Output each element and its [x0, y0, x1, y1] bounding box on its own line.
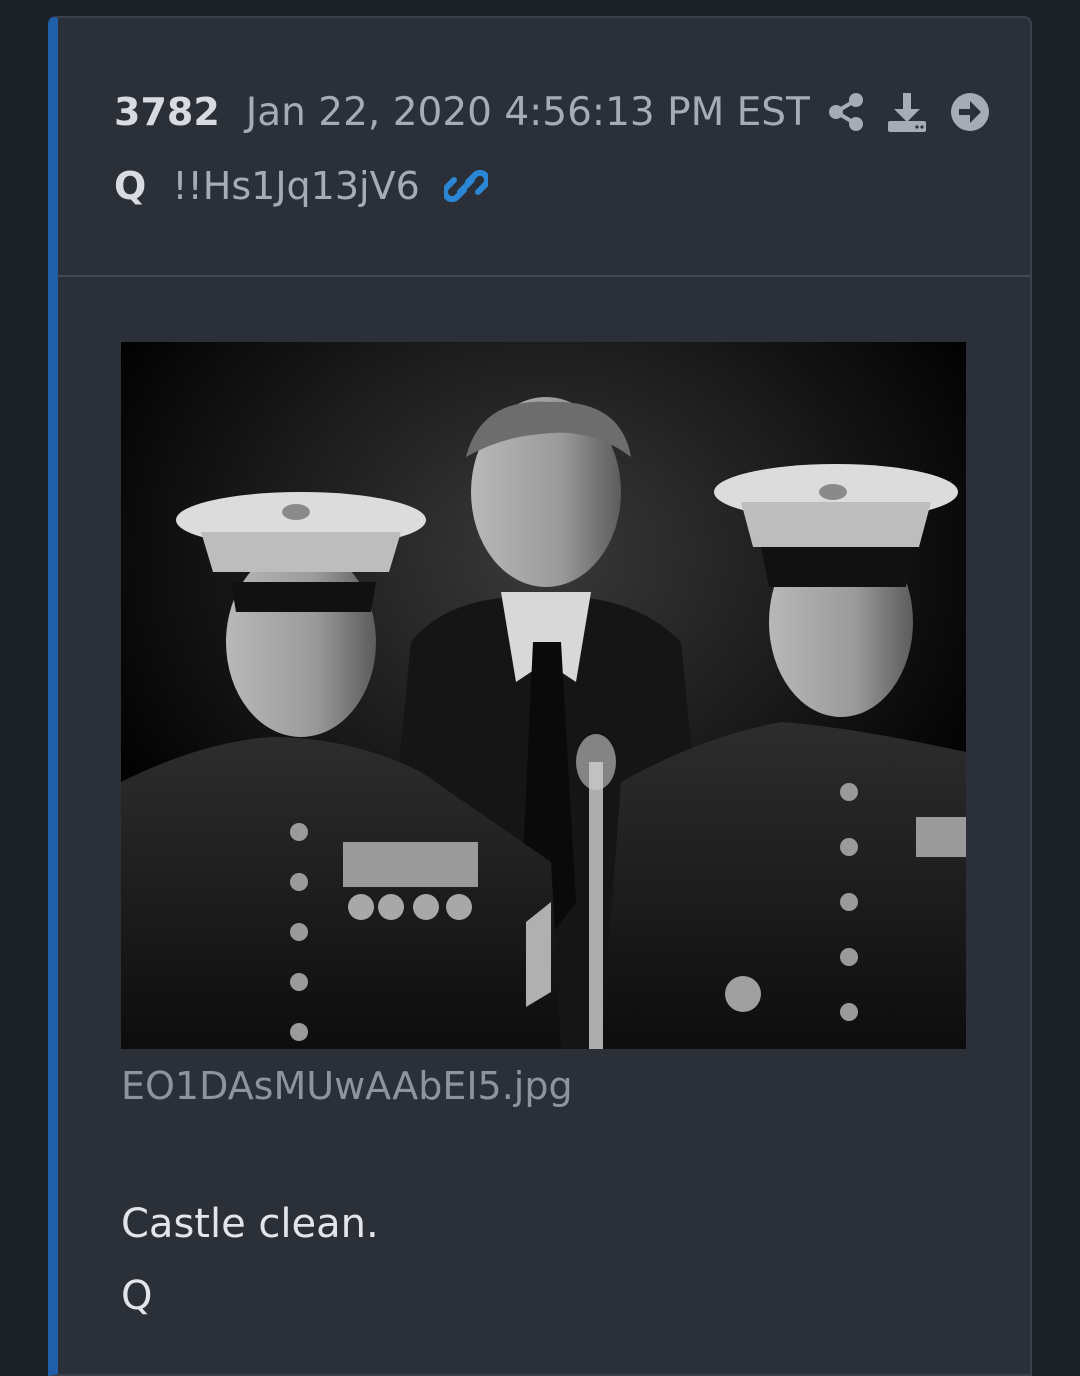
- author-row: Q !!Hs1Jq13jV6: [114, 158, 488, 214]
- arrow-right-circle-icon[interactable]: [950, 92, 990, 132]
- post-meta-row: 3782 Jan 22, 2020 4:56:13 PM EST: [114, 84, 1012, 140]
- post-header: 3782 Jan 22, 2020 4:56:13 PM EST Q !!Hs1…: [58, 18, 1030, 277]
- post-card: 3782 Jan 22, 2020 4:56:13 PM EST Q !!Hs1…: [48, 16, 1032, 1376]
- share-icon[interactable]: [828, 92, 864, 132]
- attachment-filename[interactable]: EO1DAsMUwAAbEI5.jpg: [121, 1064, 573, 1108]
- message-line: Castle clean.: [121, 1201, 379, 1247]
- message-signature: Q: [121, 1273, 153, 1319]
- tripcode: !!Hs1Jq13jV6: [172, 164, 420, 208]
- attached-photo[interactable]: [121, 342, 966, 1049]
- post-number[interactable]: 3782: [114, 90, 220, 134]
- author-name: Q: [114, 164, 147, 208]
- photo-illustration: [121, 342, 966, 1049]
- download-icon[interactable]: [886, 91, 928, 133]
- link-icon[interactable]: [443, 166, 488, 206]
- post-message: Castle clean. Q: [121, 1188, 379, 1332]
- post-date: Jan 22, 2020 4:56:13 PM EST: [245, 89, 810, 135]
- post-actions: [828, 91, 1012, 133]
